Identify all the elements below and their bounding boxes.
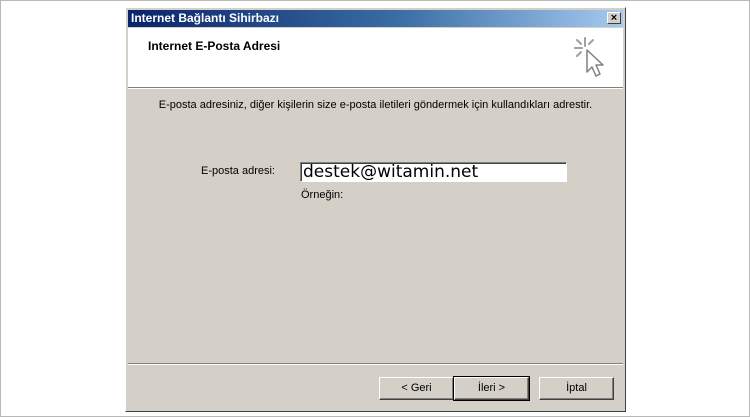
email-label: E-posta adresi: [201, 165, 275, 177]
description-text: E-posta adresiniz, diğer kişilerin size … [158, 99, 593, 111]
header-divider [128, 87, 623, 89]
close-button[interactable]: × [607, 12, 621, 24]
cancel-button[interactable]: İptal [539, 377, 614, 400]
footer-divider [128, 363, 623, 365]
close-icon: × [610, 12, 618, 24]
wizard-cursor-icon [574, 37, 604, 77]
wizard-dialog: Internet Bağlantı Sihirbazı × Internet E… [125, 7, 626, 412]
email-field[interactable]: destek@witamin.net [300, 162, 567, 182]
back-button[interactable]: < Geri [379, 377, 454, 400]
title-bar[interactable]: Internet Bağlantı Sihirbazı × [128, 10, 623, 27]
example-label: Örneğin: [301, 189, 344, 201]
header-panel: Internet E-Posta Adresi [128, 28, 623, 87]
page-title: Internet E-Posta Adresi [148, 39, 281, 53]
next-button[interactable]: İleri > [453, 376, 530, 401]
window-title: Internet Bağlantı Sihirbazı [131, 11, 280, 25]
